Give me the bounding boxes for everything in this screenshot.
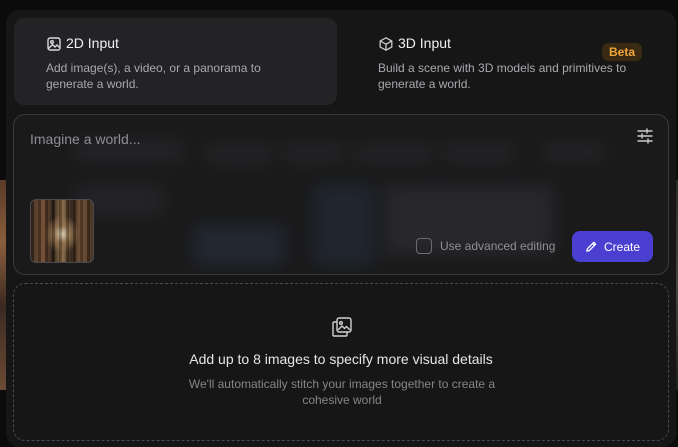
mode-2d-input[interactable]: 2D Input Add image(s), a video, or a pan… xyxy=(14,18,337,105)
advanced-editing-checkbox[interactable] xyxy=(416,238,432,254)
image-dropzone[interactable]: Add up to 8 images to specify more visua… xyxy=(13,283,669,441)
create-button[interactable]: Create xyxy=(572,231,653,262)
advanced-editing-toggle[interactable]: Use advanced editing xyxy=(416,238,555,254)
beta-badge: Beta xyxy=(601,43,642,61)
image-thumbnail[interactable] xyxy=(30,199,94,263)
advanced-editing-label: Use advanced editing xyxy=(440,239,556,253)
cube-icon xyxy=(378,36,394,57)
pencil-icon xyxy=(585,240,598,253)
mode-3d-description: Build a scene with 3D models and primiti… xyxy=(378,61,627,91)
mode-3d-title: 3D Input xyxy=(398,35,451,51)
add-images-icon xyxy=(331,316,353,338)
sliders-icon[interactable] xyxy=(636,127,654,145)
dropzone-subtitle: We'll automatically stitch your images t… xyxy=(188,377,496,407)
create-button-label: Create xyxy=(603,239,641,254)
mode-2d-description: Add image(s), a video, or a panorama to … xyxy=(46,61,261,91)
dropzone-title: Add up to 8 images to specify more visua… xyxy=(189,351,493,367)
prompt-box[interactable]: Imagine a world... Use advanced editing xyxy=(13,114,669,275)
mode-3d-input[interactable]: 3D Input Build a scene with 3D models an… xyxy=(346,18,668,105)
mode-2d-title: 2D Input xyxy=(66,35,119,51)
world-generator-panel: 2D Input Add image(s), a video, or a pan… xyxy=(6,10,676,447)
prompt-input[interactable]: Imagine a world... xyxy=(30,131,141,147)
image-icon xyxy=(46,36,62,57)
